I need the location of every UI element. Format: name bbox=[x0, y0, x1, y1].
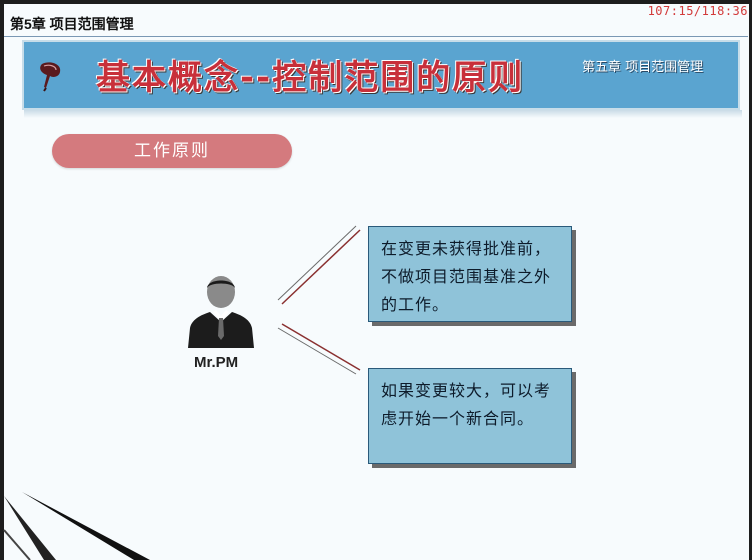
slide: 第5章 项目范围管理 107:15/118:36 基本概念--控制范围的原则 第… bbox=[0, 0, 752, 560]
decorative-wedge bbox=[3, 488, 150, 560]
